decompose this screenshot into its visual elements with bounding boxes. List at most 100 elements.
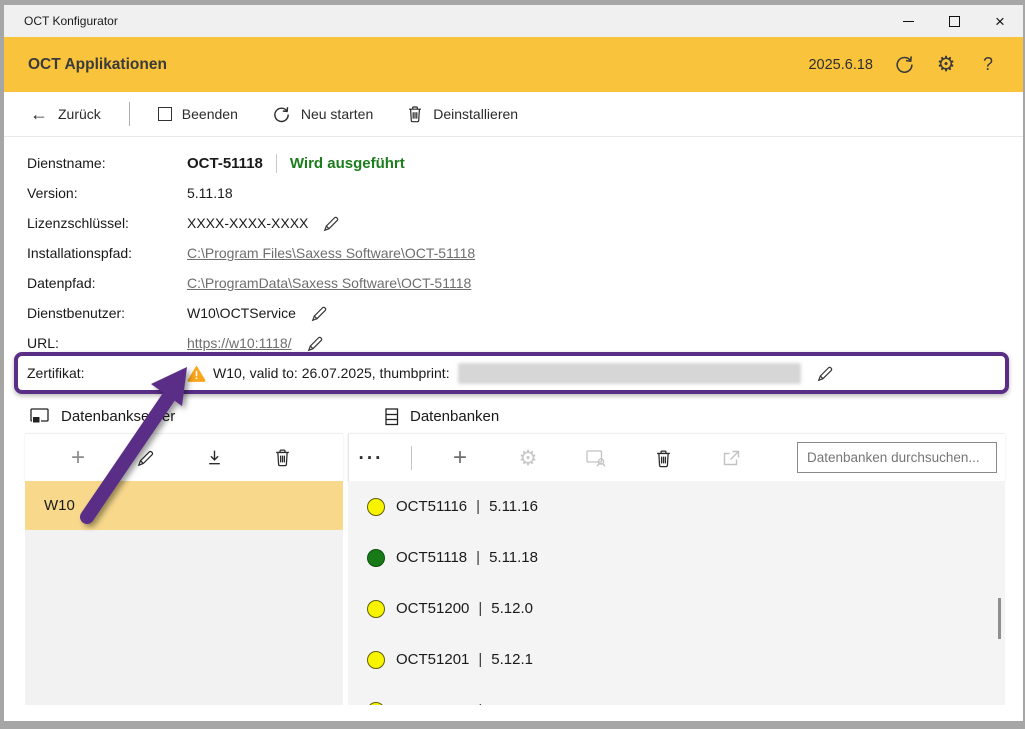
add-database-button[interactable]: + <box>445 443 475 473</box>
window-controls: × <box>885 5 1023 37</box>
database-version: 5.12.1 <box>491 651 533 668</box>
status-dot-icon <box>367 549 385 567</box>
edit-certificate-button[interactable] <box>817 365 834 382</box>
help-button[interactable]: ? <box>977 54 999 76</box>
refresh-button[interactable] <box>893 54 915 76</box>
name-version-separator: | <box>478 702 482 705</box>
restart-service-button[interactable]: Neu starten <box>272 105 373 124</box>
version-row: Version: 5.11.18 <box>27 178 475 208</box>
service-user-label: Dienstbenutzer: <box>27 305 187 321</box>
download-icon <box>206 449 223 466</box>
database-list-item[interactable]: OCT51201 | 5.12.1 <box>348 634 1005 685</box>
databases-scrollbar[interactable] <box>998 598 1001 639</box>
thumbprint-redacted <box>458 363 801 384</box>
certificate-label: Zertifikat: <box>27 365 187 381</box>
command-bar: ← Zurück Beenden Neu starten Deinstallie… <box>4 92 1023 137</box>
service-user-value: W10\OCTService <box>187 305 296 321</box>
trash-icon <box>407 105 423 123</box>
share-icon <box>722 449 741 467</box>
add-server-button[interactable]: + <box>63 443 93 473</box>
server-name: W10 <box>44 497 75 514</box>
warning-icon <box>187 365 206 382</box>
page-title: OCT Applikationen <box>28 56 167 74</box>
plus-icon: + <box>453 446 467 470</box>
version-label: Version: <box>27 185 187 201</box>
database-name: OCT51118 <box>396 549 467 566</box>
delete-server-button[interactable] <box>267 443 297 473</box>
trash-icon <box>655 449 672 468</box>
certificate-highlight-box: Zertifikat: W10, valid to: 26.07.2025, t… <box>14 352 1009 394</box>
version-date: 2025.6.18 <box>808 57 873 73</box>
databases-list: OCT51116 | 5.11.16 OCT51118 | 5.11.18 OC… <box>348 481 1005 705</box>
database-permissions-button[interactable] <box>581 443 611 473</box>
pencil-icon <box>311 305 328 322</box>
uninstall-label: Deinstallieren <box>433 106 518 122</box>
status-dot-icon <box>367 651 385 669</box>
delete-database-button[interactable] <box>648 443 678 473</box>
license-label: Lizenzschlüssel: <box>27 215 187 231</box>
status-dot-icon <box>367 498 385 516</box>
database-version: 5.11.18 <box>489 549 538 566</box>
settings-button[interactable]: ⚙ <box>935 54 957 76</box>
stop-icon <box>158 107 172 121</box>
edit-url-button[interactable] <box>307 335 324 352</box>
status-dot-icon <box>367 702 385 706</box>
more-options-button[interactable]: ··· <box>356 443 386 473</box>
pencil-icon <box>323 215 340 232</box>
database-list-item[interactable]: OCT51116 | 5.11.16 <box>348 481 1005 532</box>
trash-icon <box>274 448 291 467</box>
window-body: OCT Konfigurator × OCT Applikationen 202… <box>4 5 1023 721</box>
status-dot-icon <box>367 600 385 618</box>
edit-user-button[interactable] <box>311 305 328 322</box>
stop-label: Beenden <box>182 106 238 122</box>
service-details: Dienstname: OCT-51118 Wird ausgeführt Ve… <box>27 148 475 358</box>
database-version: 5.12.0 <box>491 600 533 617</box>
servers-list: W10 <box>25 481 343 705</box>
version-value: 5.11.18 <box>187 185 233 201</box>
user-card-icon <box>586 449 607 467</box>
status-divider <box>276 154 277 173</box>
plus-icon: + <box>71 446 85 470</box>
stop-service-button[interactable]: Beenden <box>158 106 238 122</box>
refresh-icon <box>894 54 915 75</box>
servers-toolbar: + <box>25 433 343 481</box>
database-name: OCT51201 <box>396 651 469 668</box>
pencil-icon <box>137 449 155 467</box>
data-path-link[interactable]: C:\ProgramData\Saxess Software\OCT-51118 <box>187 275 471 291</box>
close-icon: × <box>995 13 1005 30</box>
database-name: OCT51202 <box>396 702 469 705</box>
license-row: Lizenzschlüssel: XXXX-XXXX-XXXX <box>27 208 475 238</box>
server-monitor-icon <box>30 408 50 425</box>
pencil-icon <box>307 335 324 352</box>
close-button[interactable]: × <box>977 5 1023 37</box>
uninstall-button[interactable]: Deinstallieren <box>407 105 518 123</box>
minimize-button[interactable] <box>885 5 931 37</box>
install-path-label: Installationspfad: <box>27 245 187 261</box>
export-database-button[interactable] <box>716 443 746 473</box>
service-name-label: Dienstname: <box>27 155 187 171</box>
url-link[interactable]: https://w10:1118/ <box>187 335 292 351</box>
database-settings-button[interactable]: ⚙ <box>513 443 543 473</box>
pencil-icon <box>817 365 834 382</box>
name-version-separator: | <box>478 651 482 668</box>
window-title: OCT Konfigurator <box>24 14 118 28</box>
service-name-value: OCT-51118 <box>187 155 263 172</box>
database-list-item[interactable]: OCT51118 | 5.11.18 <box>348 532 1005 583</box>
database-list-item[interactable]: OCT51200 | 5.12.0 <box>348 583 1005 634</box>
edit-license-button[interactable] <box>323 215 340 232</box>
back-button[interactable]: ← Zurück <box>30 105 101 123</box>
edit-server-button[interactable] <box>131 443 161 473</box>
data-path-label: Datenpfad: <box>27 275 187 291</box>
server-list-item-selected[interactable]: W10 <box>25 481 343 530</box>
maximize-icon <box>949 16 960 27</box>
certificate-info: W10, valid to: 26.07.2025, thumbprint: <box>213 365 450 381</box>
command-bar-divider <box>129 102 130 126</box>
database-list-item[interactable]: OCT51202 | 5.12.2 <box>348 685 1005 705</box>
install-path-link[interactable]: C:\Program Files\Saxess Software\OCT-511… <box>187 245 475 261</box>
database-search-input[interactable] <box>797 442 997 473</box>
restart-icon <box>272 105 291 124</box>
maximize-button[interactable] <box>931 5 977 37</box>
import-server-button[interactable] <box>199 443 229 473</box>
database-version: 5.12.2 <box>491 702 533 705</box>
name-version-separator: | <box>476 549 480 566</box>
